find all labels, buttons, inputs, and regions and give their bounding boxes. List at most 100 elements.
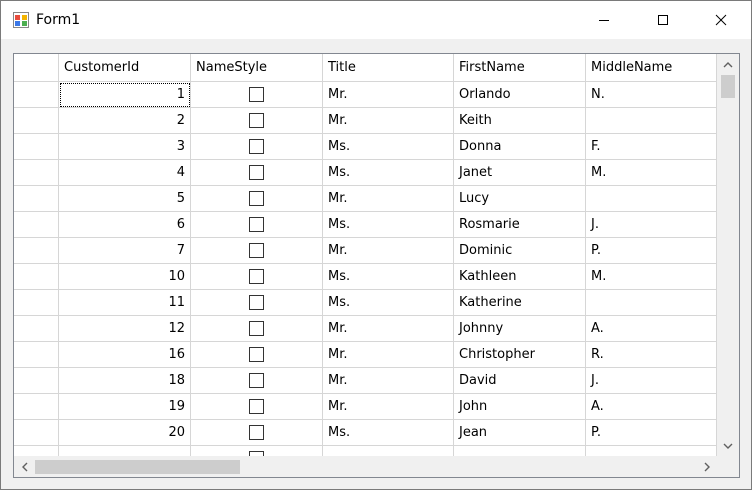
cell-middlename[interactable]: M. [586, 264, 717, 290]
row-header[interactable] [14, 238, 59, 264]
cell-namestyle[interactable] [191, 212, 323, 238]
row-header[interactable] [14, 290, 59, 316]
namestyle-checkbox[interactable] [249, 399, 264, 414]
scroll-down-button[interactable] [717, 436, 739, 456]
cell-firstname[interactable]: Johnny [454, 316, 586, 342]
table-row[interactable]: 20 Ms. Jean P. [14, 420, 717, 446]
namestyle-checkbox[interactable] [249, 425, 264, 440]
table-row[interactable]: 12 Mr. Johnny A. [14, 316, 717, 342]
horizontal-scrollbar[interactable] [14, 456, 717, 477]
cell-middlename[interactable]: J. [586, 368, 717, 394]
row-header[interactable] [14, 186, 59, 212]
row-header[interactable] [14, 420, 59, 446]
cell-title[interactable]: Mr. [323, 316, 454, 342]
cell-customerid[interactable]: 11 [59, 290, 191, 316]
cell-customerid[interactable]: 7 [59, 238, 191, 264]
cell-namestyle[interactable] [191, 368, 323, 394]
cell-firstname[interactable]: Dominic [454, 238, 586, 264]
table-row[interactable]: 4 Ms. Janet M. [14, 160, 717, 186]
cell-customerid[interactable]: 19 [59, 394, 191, 420]
vertical-scroll-thumb[interactable] [721, 75, 735, 98]
table-row[interactable]: 11 Ms. Katherine [14, 290, 717, 316]
cell-title[interactable]: Ms. [323, 420, 454, 446]
namestyle-checkbox[interactable] [249, 217, 264, 232]
namestyle-checkbox[interactable] [249, 243, 264, 258]
cell-firstname[interactable]: John [454, 394, 586, 420]
cell-title[interactable]: Mr. [323, 368, 454, 394]
namestyle-checkbox[interactable] [249, 373, 264, 388]
cell-namestyle[interactable] [191, 394, 323, 420]
scroll-left-button[interactable] [14, 456, 34, 477]
cell-title[interactable]: Ms. [323, 264, 454, 290]
cell-middlename[interactable] [586, 290, 717, 316]
row-header[interactable] [14, 134, 59, 160]
cell-customerid[interactable]: 12 [59, 316, 191, 342]
cell-firstname[interactable]: Jean [454, 420, 586, 446]
cell-namestyle[interactable] [191, 290, 323, 316]
title-bar[interactable]: Form1 [1, 1, 751, 39]
vertical-scrollbar[interactable] [717, 54, 739, 456]
cell-firstname[interactable]: Orlando [454, 82, 586, 108]
cell-firstname[interactable]: Kathleen [454, 264, 586, 290]
namestyle-checkbox[interactable] [249, 113, 264, 128]
cell-firstname[interactable]: Christopher [454, 342, 586, 368]
cell-namestyle[interactable] [191, 342, 323, 368]
scroll-up-button[interactable] [717, 54, 739, 74]
minimize-button[interactable] [581, 1, 627, 39]
cell-customerid[interactable]: 2 [59, 108, 191, 134]
row-header[interactable] [14, 82, 59, 108]
cell-middlename[interactable]: J. [586, 212, 717, 238]
data-grid-view[interactable]: CustomerId NameStyle Title FirstName Mid… [13, 53, 740, 478]
cell-namestyle[interactable] [191, 82, 323, 108]
namestyle-checkbox[interactable] [249, 165, 264, 180]
scroll-right-button[interactable] [697, 456, 717, 477]
namestyle-checkbox[interactable] [249, 191, 264, 206]
table-row[interactable]: 6 Ms. Rosmarie J. [14, 212, 717, 238]
cell-firstname[interactable]: Janet [454, 160, 586, 186]
horizontal-scroll-thumb[interactable] [35, 460, 240, 474]
table-row[interactable]: 7 Mr. Dominic P. [14, 238, 717, 264]
cell-customerid[interactable]: 3 [59, 134, 191, 160]
cell-firstname[interactable]: David [454, 368, 586, 394]
namestyle-checkbox[interactable] [249, 321, 264, 336]
cell-namestyle[interactable] [191, 316, 323, 342]
cell-firstname[interactable]: Donna [454, 134, 586, 160]
namestyle-checkbox[interactable] [249, 295, 264, 310]
cell-namestyle[interactable] [191, 264, 323, 290]
cell-middlename[interactable] [586, 186, 717, 212]
row-header[interactable] [14, 342, 59, 368]
cell-namestyle[interactable] [191, 420, 323, 446]
column-header-firstname[interactable]: FirstName [454, 54, 586, 82]
cell-firstname[interactable]: Katherine [454, 290, 586, 316]
table-row[interactable]: 3 Ms. Donna F. [14, 134, 717, 160]
row-header[interactable] [14, 316, 59, 342]
namestyle-checkbox[interactable] [249, 347, 264, 362]
table-row[interactable]: 1 Mr. Orlando N. [14, 82, 717, 108]
cell-customerid[interactable]: 10 [59, 264, 191, 290]
cell-middlename[interactable] [586, 108, 717, 134]
cell-title[interactable]: Mr. [323, 238, 454, 264]
cell-firstname[interactable]: Rosmarie [454, 212, 586, 238]
cell-customerid[interactable]: 18 [59, 368, 191, 394]
cell-customerid[interactable]: 6 [59, 212, 191, 238]
column-header-middlename[interactable]: MiddleName [586, 54, 717, 82]
cell-firstname[interactable]: Keith [454, 108, 586, 134]
cell-title[interactable]: Ms. [323, 290, 454, 316]
close-button[interactable] [698, 1, 744, 39]
cell-customerid[interactable]: 16 [59, 342, 191, 368]
maximize-button[interactable] [640, 1, 686, 39]
cell-title[interactable]: Mr. [323, 82, 454, 108]
cell-customerid[interactable]: 5 [59, 186, 191, 212]
cell-customerid[interactable]: 1 [59, 82, 191, 108]
table-row[interactable]: 5 Mr. Lucy [14, 186, 717, 212]
cell-middlename[interactable]: P. [586, 420, 717, 446]
cell-namestyle[interactable] [191, 160, 323, 186]
table-row[interactable]: 18 Mr. David J. [14, 368, 717, 394]
cell-middlename[interactable]: N. [586, 82, 717, 108]
cell-namestyle[interactable] [191, 238, 323, 264]
cell-title[interactable]: Mr. [323, 108, 454, 134]
column-header-customerid[interactable]: CustomerId [59, 54, 191, 82]
cell-title[interactable]: Ms. [323, 134, 454, 160]
cell-firstname[interactable]: Lucy [454, 186, 586, 212]
row-header[interactable] [14, 264, 59, 290]
